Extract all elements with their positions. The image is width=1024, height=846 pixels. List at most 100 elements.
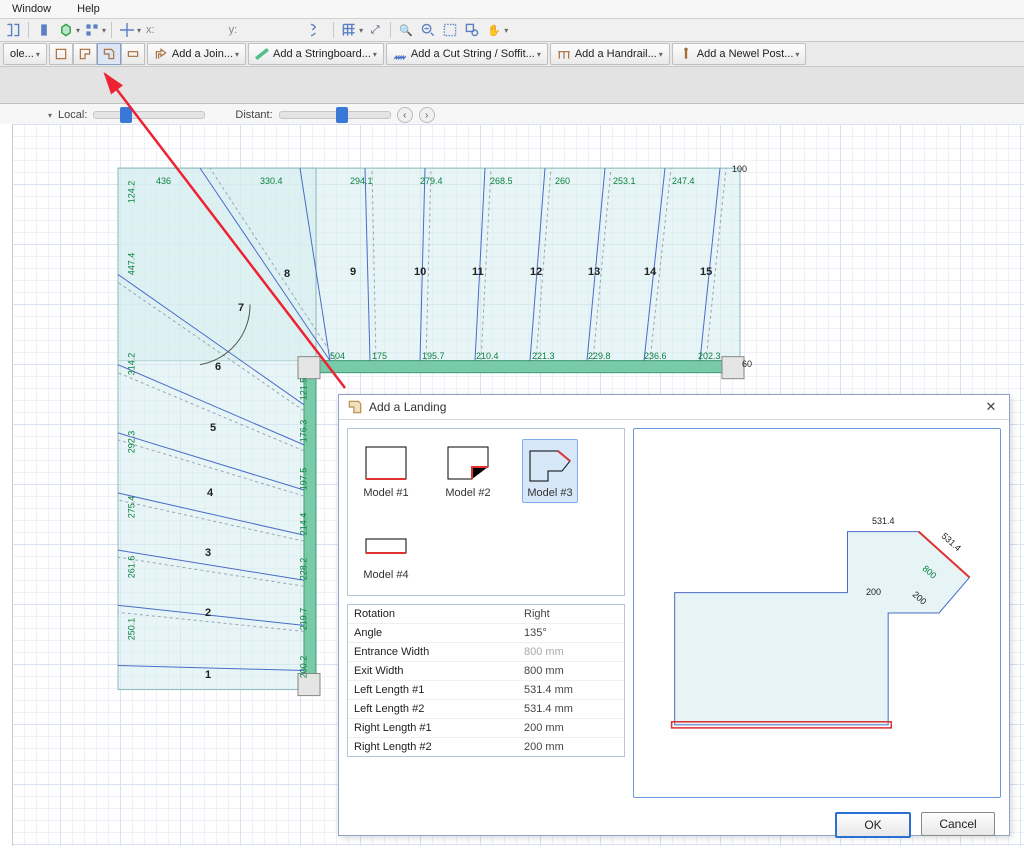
tool-components-icon[interactable] <box>82 20 102 40</box>
step-5: 5 <box>210 422 216 434</box>
landing-mode-4-icon[interactable] <box>121 43 145 65</box>
prop-row[interactable]: RotationRight <box>348 605 624 624</box>
dim-lo-6: 250.1 <box>126 618 136 641</box>
menu-bar: Window Help <box>0 0 1024 19</box>
dropdown-icon[interactable]: ▾ <box>102 26 106 35</box>
landing-mode-1-icon[interactable] <box>49 43 73 65</box>
local-slider-label: Local: <box>58 109 87 121</box>
dim-top-7: 247.4 <box>672 176 695 186</box>
menu-window[interactable]: Window <box>6 1 57 17</box>
y-coord-input[interactable] <box>242 22 306 38</box>
step-6: 6 <box>215 361 221 373</box>
add-landing-dialog: Add a Landing ✕ Model #1 Model #2 Model … <box>338 394 1010 836</box>
dim-ri-6: 200.2 <box>298 656 308 679</box>
landing-mode-2-icon[interactable] <box>73 43 97 65</box>
local-slider[interactable] <box>93 111 205 119</box>
dropdown-icon[interactable]: ▾ <box>137 26 141 35</box>
prop-row[interactable]: Right Length #1200 mm <box>348 719 624 738</box>
dim-top-6: 253.1 <box>613 176 636 186</box>
prop-row[interactable]: Entrance Width800 mm <box>348 643 624 662</box>
tool-zoom-out-icon[interactable] <box>418 20 438 40</box>
pv-top: 531.4 <box>872 516 895 526</box>
add-join-button[interactable]: Add a Join...▾ <box>147 43 246 65</box>
add-cutstring-button[interactable]: Add a Cut String / Soffit...▾ <box>386 43 548 65</box>
prop-row[interactable]: Left Length #2531.4 mm <box>348 700 624 719</box>
properties-table: RotationRight Angle135° Entrance Width80… <box>347 604 625 757</box>
tool-column-icon[interactable] <box>34 20 54 40</box>
dialog-close-icon[interactable]: ✕ <box>981 397 1001 417</box>
slider-prev-icon[interactable]: ‹ <box>397 107 413 123</box>
step-9: 9 <box>350 266 356 278</box>
tool-zoom-in-icon[interactable]: 🔍 <box>396 20 416 40</box>
tool-cube-icon[interactable] <box>56 20 76 40</box>
dim-top-2: 294.1 <box>350 176 373 186</box>
dim-bot-3: 210.4 <box>476 351 499 361</box>
landing-mode-3-icon[interactable] <box>97 43 121 65</box>
dim-ri-1: 176.3 <box>298 420 308 443</box>
model-3[interactable]: Model #3 <box>522 439 578 503</box>
dim-top-3: 279.4 <box>420 176 443 186</box>
join-icon <box>154 47 168 61</box>
step-12: 12 <box>530 266 542 278</box>
menu-help[interactable]: Help <box>71 1 106 17</box>
landing-dialog-icon <box>347 399 363 415</box>
add-stringboard-button[interactable]: Add a Stringboard...▾ <box>248 43 384 65</box>
dialog-buttons: OK Cancel <box>339 806 1009 838</box>
step-2: 2 <box>205 607 211 619</box>
dim-bot-7: 202.3 <box>698 351 721 361</box>
model-4[interactable]: Model #4 <box>358 521 414 585</box>
step-7: 7 <box>238 302 244 314</box>
dropdown-icon[interactable]: ▾ <box>48 111 52 120</box>
dialog-titlebar: Add a Landing ✕ <box>339 395 1009 420</box>
dim-bot-5: 229.8 <box>588 351 611 361</box>
dropdown-icon[interactable]: ▾ <box>504 26 508 35</box>
prop-row[interactable]: Angle135° <box>348 624 624 643</box>
add-newel-button[interactable]: Add a Newel Post...▾ <box>672 43 807 65</box>
model-picker: Model #1 Model #2 Model #3 Model #4 <box>347 428 625 596</box>
separator <box>333 22 334 38</box>
tool-crosshair-icon[interactable] <box>117 20 137 40</box>
dim-bot-right: 60 <box>742 359 752 369</box>
add-handrail-button[interactable]: Add a Handrail...▾ <box>550 43 670 65</box>
dim-ri-3: 214.4 <box>298 513 308 536</box>
dim-lo-5: 261.6 <box>126 556 136 579</box>
cancel-button[interactable]: Cancel <box>921 812 995 836</box>
dim-top-5: 260 <box>555 176 570 186</box>
add-hole-button[interactable]: ole...▾ <box>3 43 47 65</box>
newel-icon <box>679 47 693 61</box>
tool-zoom-region-icon[interactable] <box>462 20 482 40</box>
dim-top-1: 330.4 <box>260 176 283 186</box>
prop-row[interactable]: Exit Width800 mm <box>348 662 624 681</box>
dim-bot-4: 221.3 <box>532 351 555 361</box>
tool-undo-icon[interactable] <box>308 20 328 40</box>
tool-flip-icon[interactable] <box>3 20 23 40</box>
landing-mode-group <box>49 43 145 65</box>
dim-lo-2: 314.2 <box>126 353 136 376</box>
step-4: 4 <box>207 487 213 499</box>
dim-bot-6: 236.6 <box>644 351 667 361</box>
step-14: 14 <box>644 266 656 278</box>
prop-row[interactable]: Right Length #2200 mm <box>348 738 624 756</box>
dropdown-icon[interactable]: ▾ <box>76 26 80 35</box>
step-3: 3 <box>205 547 211 559</box>
distant-slider[interactable] <box>279 111 391 119</box>
dropdown-icon[interactable]: ▾ <box>359 26 363 35</box>
step-8: 8 <box>284 268 290 280</box>
dim-bot-2: 195.7 <box>422 351 445 361</box>
handrail-icon <box>557 47 571 61</box>
dim-lo-4: 275.4 <box>126 496 136 519</box>
separator <box>28 22 29 38</box>
tool-scale-icon[interactable]: ⤢ <box>365 20 385 40</box>
ok-button[interactable]: OK <box>835 812 911 838</box>
prop-row[interactable]: Left Length #1531.4 mm <box>348 681 624 700</box>
tool-pan-icon[interactable]: ✋ <box>484 20 504 40</box>
tool-grid-icon[interactable] <box>339 20 359 40</box>
slider-next-icon[interactable]: › <box>419 107 435 123</box>
tool-fit-icon[interactable] <box>440 20 460 40</box>
model-2[interactable]: Model #2 <box>440 439 496 503</box>
model-1[interactable]: Model #1 <box>358 439 414 503</box>
x-coord-input[interactable] <box>160 22 224 38</box>
step-13: 13 <box>588 266 600 278</box>
separator <box>111 22 112 38</box>
dim-top-right: 100 <box>732 164 747 174</box>
